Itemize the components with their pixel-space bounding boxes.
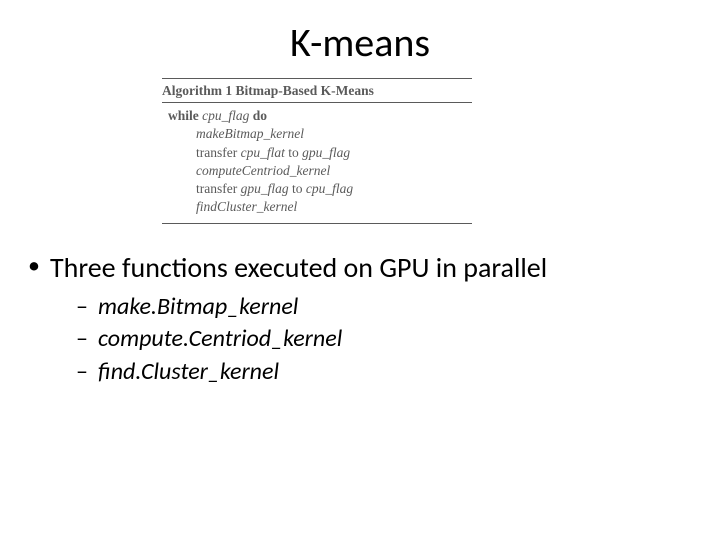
- rule-bottom: [162, 223, 472, 224]
- algorithm-header: Algorithm 1 Bitmap-Based K-Means: [162, 81, 472, 101]
- algo-line-2d: gpu_flag: [302, 145, 350, 160]
- algo-line-4d: cpu_flag: [306, 181, 353, 196]
- slide-title: K-means: [0, 18, 720, 67]
- algo-line-5: findCluster_kernel: [168, 198, 472, 216]
- algo-line-4b: gpu_flag: [241, 181, 289, 196]
- bullet-main: Three functions executed on GPU in paral…: [22, 250, 698, 285]
- rule-top: [162, 78, 472, 79]
- algo-while-line: while cpu_flag do: [168, 107, 472, 125]
- while-cond: cpu_flag: [202, 108, 249, 123]
- algorithm-block: Algorithm 1 Bitmap-Based K-Means while c…: [162, 78, 472, 224]
- sub-bullet-2: compute.Centriod_kernel: [76, 323, 698, 355]
- sub-bullet-1: make.Bitmap_kernel: [76, 291, 698, 323]
- algo-line-2a: transfer: [196, 145, 241, 160]
- sub-bullet-3: find.Cluster_kernel: [76, 356, 698, 388]
- algo-line-2: transfer cpu_flat to gpu_flag: [168, 144, 472, 162]
- do-keyword: do: [253, 108, 267, 123]
- algo-line-4: transfer gpu_flag to cpu_flag: [168, 180, 472, 198]
- algo-line-4c: to: [289, 181, 306, 196]
- bullet-list: Three functions executed on GPU in paral…: [22, 250, 698, 388]
- algo-line-2b: cpu_flat: [241, 145, 285, 160]
- algorithm-label: Algorithm 1: [162, 83, 232, 98]
- while-keyword: while: [168, 108, 199, 123]
- algo-line-3: computeCentriod_kernel: [168, 162, 472, 180]
- algo-line-1: makeBitmap_kernel: [168, 125, 472, 143]
- algo-line-2c: to: [285, 145, 302, 160]
- rule-mid: [162, 102, 472, 103]
- slide: K-means Algorithm 1 Bitmap-Based K-Means…: [0, 0, 720, 540]
- algorithm-desc: Bitmap-Based K-Means: [236, 83, 374, 98]
- sub-bullet-group: make.Bitmap_kernel compute.Centriod_kern…: [22, 291, 698, 388]
- algorithm-body: while cpu_flag do makeBitmap_kernel tran…: [162, 106, 472, 218]
- algo-line-4a: transfer: [196, 181, 241, 196]
